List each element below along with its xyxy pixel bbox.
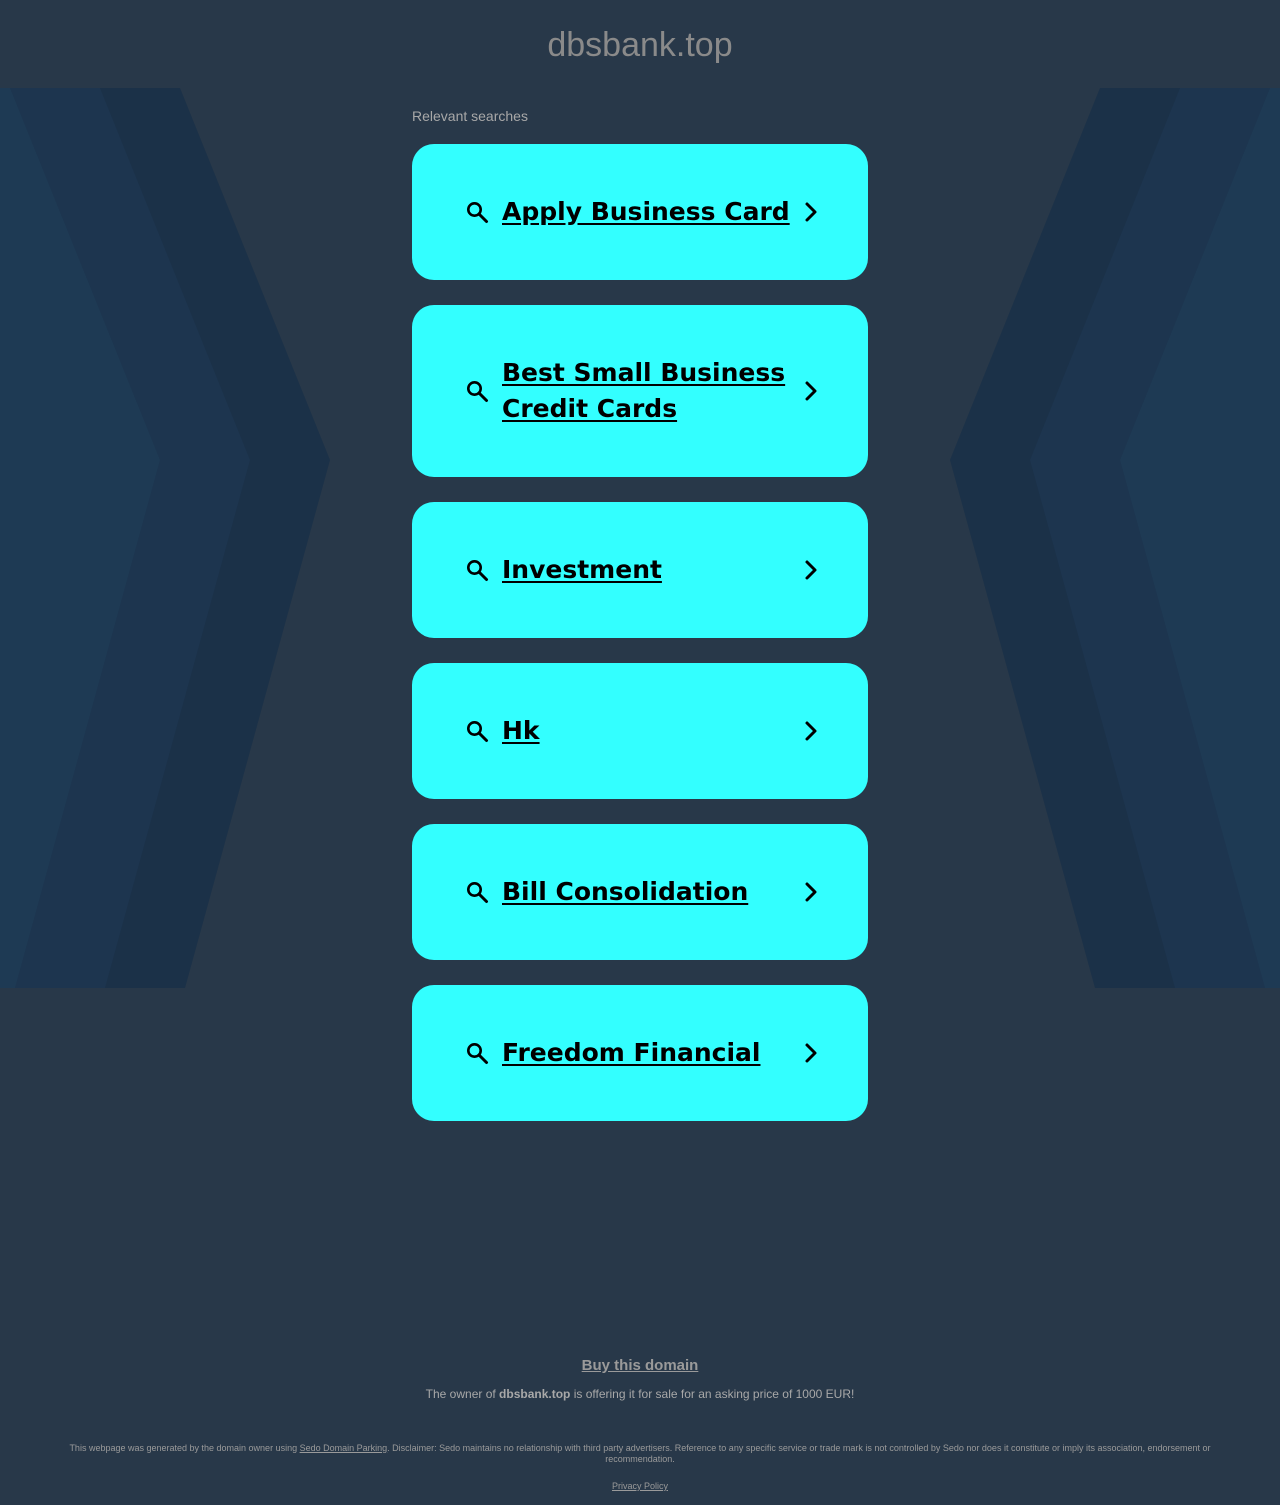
chevron-right-icon — [802, 718, 820, 744]
search-icon — [464, 1040, 490, 1066]
owner-sale-text: The owner of dbsbank.top is offering it … — [0, 1387, 1280, 1401]
search-item-label: Hk — [502, 716, 540, 745]
search-list: Apply Business Card Best Small Business … — [412, 144, 868, 1121]
search-item-freedom-financial[interactable]: Freedom Financial — [412, 985, 868, 1121]
search-icon — [464, 557, 490, 583]
chevron-right-icon — [802, 199, 820, 225]
chevron-right-icon — [802, 378, 820, 404]
search-icon — [464, 199, 490, 225]
privacy-section: Privacy Policy — [0, 1481, 1280, 1492]
search-item-apply-business-card[interactable]: Apply Business Card — [412, 144, 868, 280]
search-item-bill-consolidation[interactable]: Bill Consolidation — [412, 824, 868, 960]
search-item-hk[interactable]: Hk — [412, 663, 868, 799]
domain-title: dbsbank.top — [547, 26, 733, 64]
search-item-investment[interactable]: Investment — [412, 502, 868, 638]
search-item-label: Apply Business Card — [502, 197, 790, 226]
search-item-label: Bill Consolidation — [502, 877, 749, 906]
disclaimer-text: . Disclaimer: Sedo maintains no relation… — [387, 1443, 1211, 1464]
chevron-right-icon — [802, 1040, 820, 1066]
owner-text-suffix: is offering it for sale for an asking pr… — [570, 1387, 855, 1401]
search-item-best-small-business-credit-cards[interactable]: Best Small Business Credit Cards — [412, 305, 868, 477]
search-icon — [464, 718, 490, 744]
chevron-right-icon — [802, 879, 820, 905]
sedo-parking-link[interactable]: Sedo Domain Parking — [300, 1443, 388, 1453]
main-content: Relevant searches Apply Business Card Be… — [412, 88, 868, 1146]
search-item-label: Freedom Financial — [502, 1038, 761, 1067]
privacy-policy-link[interactable]: Privacy Policy — [612, 1481, 668, 1491]
owner-domain: dbsbank.top — [499, 1387, 571, 1401]
footer: Buy this domain The owner of dbsbank.top… — [0, 1355, 1280, 1492]
buy-domain-link[interactable]: Buy this domain — [582, 1355, 699, 1377]
search-icon — [464, 378, 490, 404]
search-icon — [464, 879, 490, 905]
search-item-label: Best Small Business Credit Cards — [502, 358, 786, 423]
chevron-right-icon — [802, 557, 820, 583]
disclaimer: This webpage was generated by the domain… — [65, 1443, 1215, 1465]
owner-text-prefix: The owner of — [425, 1387, 500, 1401]
relevant-searches-label: Relevant searches — [412, 108, 528, 124]
disclaimer-prefix: This webpage was generated by the domain… — [69, 1443, 300, 1453]
search-item-label: Investment — [502, 555, 662, 584]
header: dbsbank.top — [0, 0, 1280, 88]
